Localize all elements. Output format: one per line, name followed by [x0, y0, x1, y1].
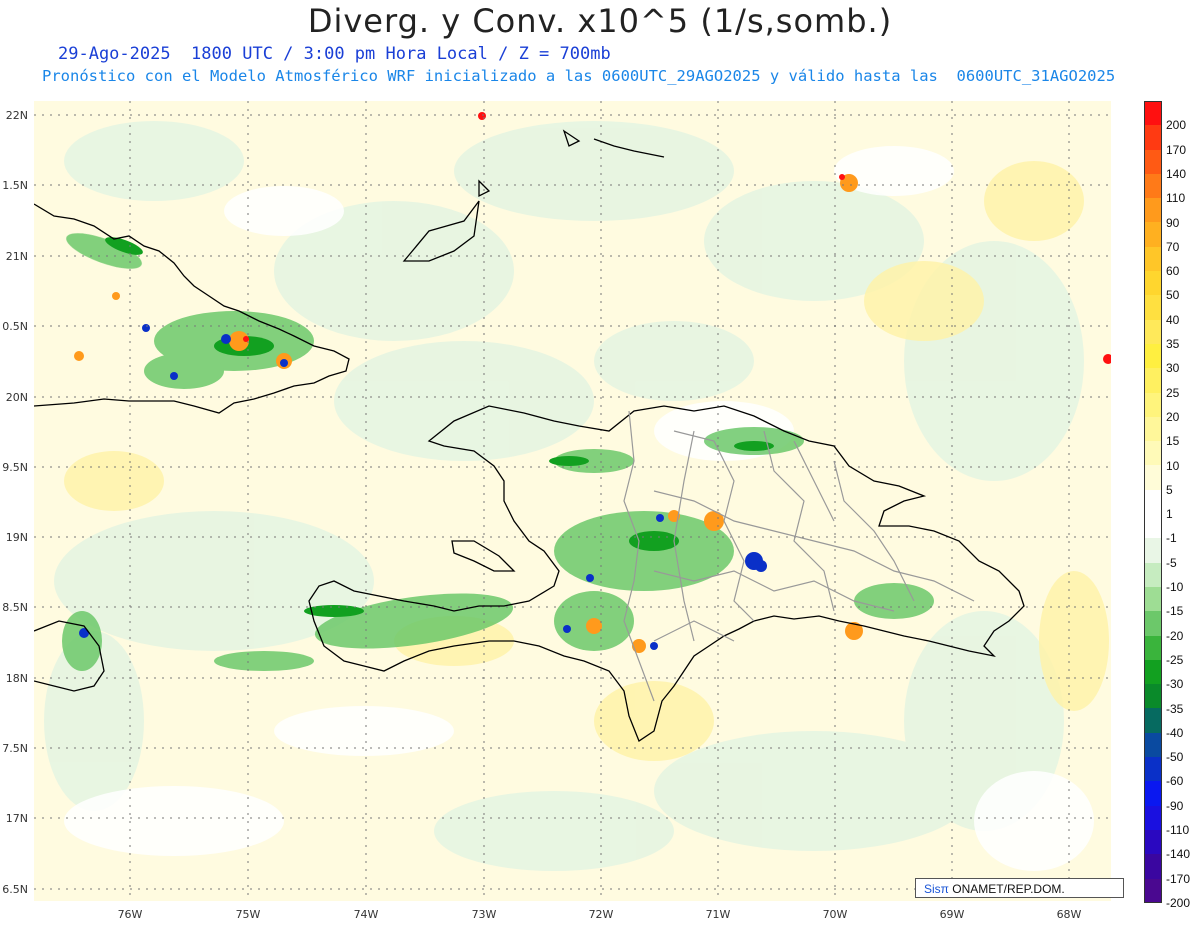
colorbar-segment: [1144, 173, 1162, 199]
colorbar-segment: [1144, 684, 1162, 709]
colorbar-segment: [1144, 198, 1162, 223]
colorbar-label: 70: [1166, 239, 1180, 254]
colorbar-label: 170: [1166, 142, 1187, 157]
valid-time-line: 29-Ago-2025 1800 UTC / 3:00 pm Hora Loca…: [58, 44, 611, 64]
colorbar-segment: [1144, 659, 1162, 685]
lat-label: 20N: [5, 391, 28, 404]
colorbar-label: -140: [1166, 847, 1191, 862]
colorbar-label: -90: [1166, 798, 1184, 813]
lon-label: 68W: [1056, 908, 1082, 921]
lat-label: 19N: [5, 531, 28, 544]
colorbar-segment: [1144, 295, 1162, 320]
colorbar-segment: [1144, 246, 1162, 272]
lat-label: 0.5N: [2, 320, 28, 333]
colorbar-label: 140: [1166, 166, 1187, 181]
colorbar-segment: [1144, 465, 1162, 490]
colorbar-segment: [1144, 368, 1162, 393]
colorbar-label: -20: [1166, 628, 1184, 643]
lat-label: 7.5N: [2, 742, 28, 755]
colorbar-label: 20: [1166, 409, 1180, 424]
colorbar-label: 200: [1166, 118, 1187, 133]
colorbar-segment: [1144, 125, 1162, 150]
credit-text: ONAMET/REP.DOM.: [948, 882, 1065, 896]
credit-box: Sisπ ONAMET/REP.DOM.: [915, 878, 1124, 898]
colorbar-segment: [1144, 392, 1162, 417]
sispi-brand: Sisπ: [924, 882, 949, 896]
lat-label: 17N: [5, 812, 28, 825]
colorbar-label: 5: [1166, 482, 1173, 497]
colorbar-label: 25: [1166, 385, 1180, 400]
lat-label: 18N: [5, 672, 28, 685]
lon-label: 69W: [939, 908, 965, 921]
lon-label: 72W: [588, 908, 614, 921]
colorbar-label: -35: [1166, 701, 1184, 716]
colorbar-label: 35: [1166, 337, 1180, 352]
colorbar-segment: [1144, 489, 1162, 515]
colorbar-label: -10: [1166, 580, 1184, 595]
colorbar-segment: [1144, 271, 1162, 296]
colorbar-label: -200: [1166, 896, 1191, 910]
lon-label: 74W: [353, 908, 379, 921]
colorbar-segment: [1144, 805, 1162, 830]
colorbar-segment: [1144, 586, 1162, 612]
divergence-field-map: [34, 101, 1111, 901]
colorbar-label: -30: [1166, 677, 1184, 692]
colorbar-label: -50: [1166, 750, 1184, 765]
colorbar-segment: [1144, 635, 1162, 660]
colorbar-segment: [1144, 781, 1162, 806]
colorbar-segment: [1144, 732, 1162, 758]
colorbar-segment: [1144, 538, 1162, 563]
model-info-line: Pronóstico con el Modelo Atmosférico WRF…: [42, 67, 1116, 85]
colorbar-label: 60: [1166, 264, 1180, 279]
colorbar-label: 110: [1166, 191, 1186, 206]
lon-label: 73W: [471, 908, 497, 921]
map-panel: [34, 101, 1111, 901]
colorbar-label: 30: [1166, 361, 1180, 376]
lat-label: 9.5N: [2, 461, 28, 474]
colorbar-label: -40: [1166, 725, 1184, 740]
map-title: Diverg. y Conv. x10^5 (1/s,somb.): [307, 2, 893, 40]
lat-label: 22N: [5, 109, 28, 122]
colorbar-segment: [1144, 149, 1162, 174]
colorbar-label: 90: [1166, 215, 1180, 230]
colorbar-segment: [1144, 101, 1162, 126]
colorbar-label: 10: [1166, 458, 1180, 473]
colorbar-label: -1: [1166, 531, 1177, 546]
lat-label: 21N: [5, 250, 28, 263]
colorbar-segment: [1144, 514, 1162, 539]
colorbar-segment: [1144, 319, 1162, 344]
colorbar-segment: [1144, 562, 1162, 587]
lat-label: 1.5N: [2, 179, 28, 192]
colorbar-segment: [1144, 611, 1162, 636]
colorbar-segment: [1144, 416, 1162, 442]
colorbar-segment: [1144, 878, 1162, 903]
colorbar-label: -110: [1166, 823, 1190, 838]
lon-label: 75W: [235, 908, 261, 921]
lon-label: 70W: [822, 908, 848, 921]
colorbar-label: 40: [1166, 312, 1180, 327]
colorbar-label: 50: [1166, 288, 1180, 303]
lat-label: 6.5N: [2, 883, 28, 896]
colorbar-segment: [1144, 222, 1162, 247]
colorbar-segment: [1144, 343, 1162, 369]
colorbar-segment: [1144, 829, 1162, 855]
colorbar-label: -25: [1166, 652, 1184, 667]
colorbar-segment: [1144, 757, 1162, 782]
colorbar-segment: [1144, 708, 1162, 733]
colorbar: [1144, 101, 1162, 903]
colorbar-label: -15: [1166, 604, 1184, 619]
colorbar-label: 15: [1166, 434, 1180, 449]
colorbar-segment: [1144, 441, 1162, 466]
colorbar-label: -170: [1166, 871, 1191, 886]
lon-label: 71W: [705, 908, 731, 921]
lon-label: 76W: [117, 908, 143, 921]
colorbar-label: 1: [1166, 507, 1173, 522]
colorbar-segment: [1144, 854, 1162, 879]
colorbar-label: -60: [1166, 774, 1184, 789]
colorbar-label: -5: [1166, 555, 1177, 570]
lat-label: 8.5N: [2, 601, 28, 614]
